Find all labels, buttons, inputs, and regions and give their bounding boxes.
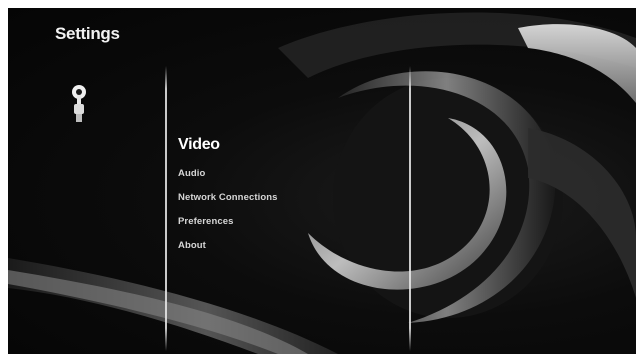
- wrench-screwdriver-icon: [72, 85, 86, 122]
- divider-right: [409, 66, 411, 351]
- menu-item-preferences[interactable]: Preferences: [178, 210, 278, 234]
- menu-item-audio[interactable]: Audio: [178, 162, 278, 186]
- menu-item-about[interactable]: About: [178, 234, 278, 258]
- settings-menu: Video Audio Network Connections Preferen…: [178, 132, 278, 258]
- background-swirl: [8, 12, 636, 354]
- settings-screen: Settings Video Audio Network Connections…: [0, 0, 643, 362]
- menu-item-network-connections[interactable]: Network Connections: [178, 186, 278, 210]
- divider-left: [165, 66, 167, 351]
- page-title: Settings: [55, 24, 120, 43]
- menu-item-video[interactable]: Video: [178, 132, 278, 162]
